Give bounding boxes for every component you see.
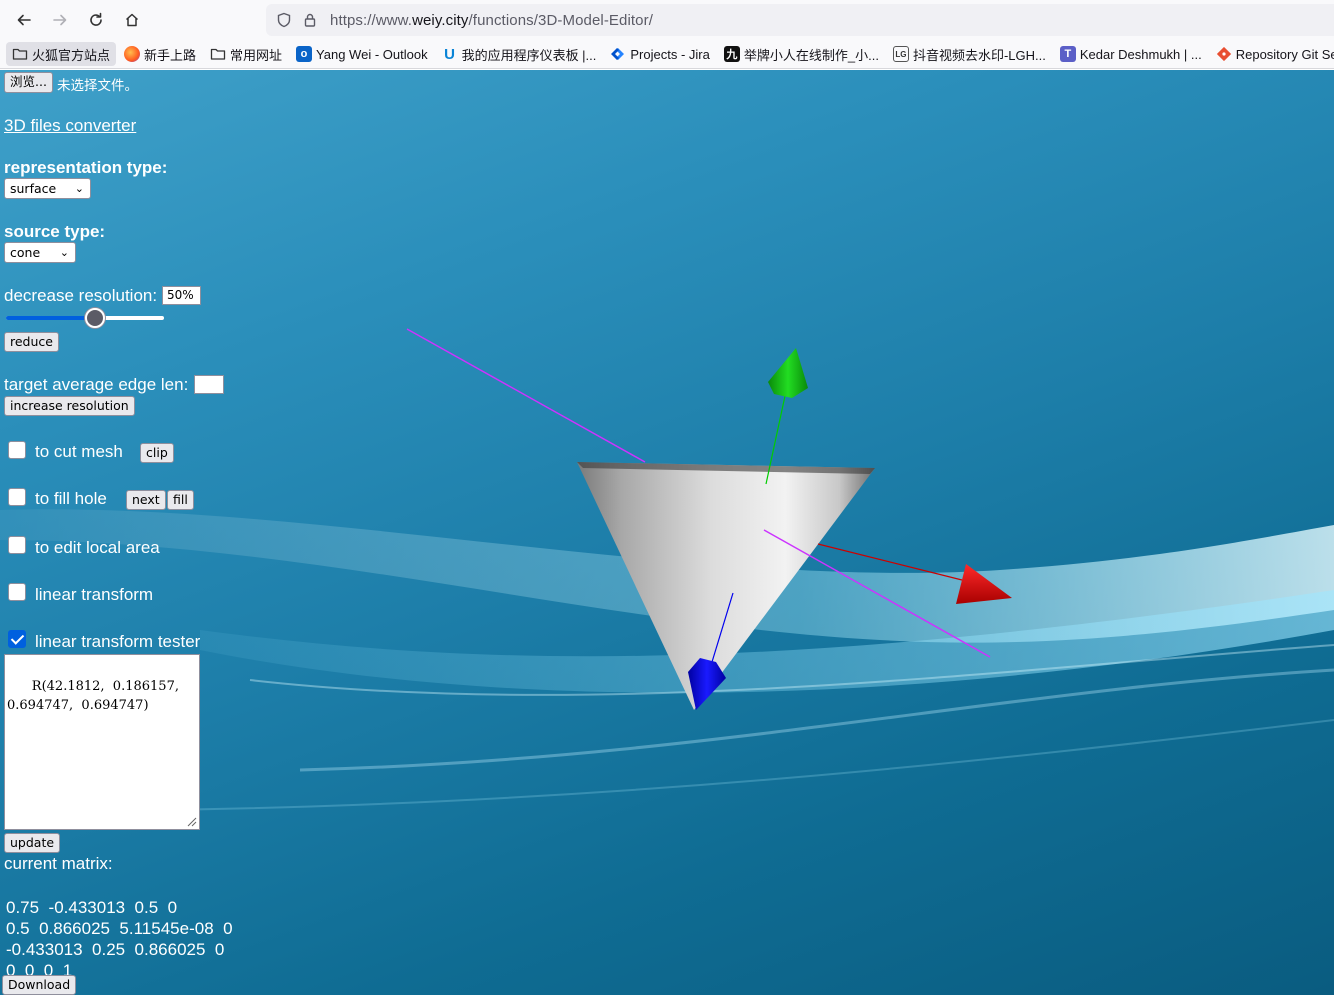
bookmark-label: Yang Wei - Outlook [316, 46, 428, 62]
update-button[interactable]: update [4, 833, 61, 853]
clip-line [406, 328, 646, 463]
browser-toolbar: https://www.weiy.city/functions/3D-Model… [0, 0, 1334, 40]
bookmark-label: Kedar Deshmukh | ... [1079, 46, 1202, 62]
url-bar[interactable]: https://www.weiy.city/functions/3D-Model… [266, 4, 1334, 36]
reload-button[interactable] [82, 6, 110, 34]
jira-icon [610, 46, 626, 62]
bookmark-label: 新手上路 [144, 47, 197, 63]
decrease-resolution-label: decrease resolution: [4, 286, 158, 305]
linear-transform-tester-label: linear transform tester [35, 632, 201, 651]
reduce-button[interactable]: reduce [4, 332, 59, 352]
bookmark-item[interactable]: o Yang Wei - Outlook [290, 42, 434, 66]
git-icon [1216, 46, 1232, 62]
fill-hole-checkbox[interactable] [8, 488, 26, 506]
decrease-resolution-value[interactable]: 50% [162, 286, 201, 305]
bookmark-item[interactable]: 常用网址 [204, 42, 288, 66]
matrix-row: -0.433013 0.25 0.866025 0 [6, 940, 225, 959]
lg-icon: LG [892, 46, 909, 62]
cut-mesh-label: to cut mesh [35, 442, 123, 461]
back-button[interactable] [10, 6, 38, 34]
forward-button[interactable] [46, 6, 74, 34]
clip-button[interactable]: clip [140, 443, 174, 463]
firefox-icon [124, 46, 141, 62]
bookmark-label: 举牌小人在线制作_小... [743, 47, 879, 63]
bookmark-item[interactable]: Repository Git Server [1210, 42, 1334, 66]
control-panel: 浏览... 未选择文件。 3D files converter represen… [0, 70, 300, 995]
source-value: cone [10, 245, 41, 260]
matrix-row: 0.75 -0.433013 0.5 0 [6, 898, 178, 917]
edit-local-area-checkbox[interactable] [8, 536, 26, 554]
next-button[interactable]: next [126, 490, 166, 510]
transform-tester-text: R(42.1812, 0.186157, 0.694747, 0.694747) [7, 679, 179, 713]
no-file-text: 未选择文件。 [57, 78, 138, 93]
chevron-down-icon: ⌄ [59, 246, 69, 259]
increase-resolution-button[interactable]: increase resolution [4, 396, 135, 416]
arrow-right-icon [53, 14, 67, 26]
fill-hole-label: to fill hole [35, 489, 107, 508]
url-path: /functions/3D-Model-Editor/ [468, 11, 653, 29]
bookmark-label: 火狐官方站点 [32, 47, 111, 63]
url-text[interactable]: https://www.weiy.city/functions/3D-Model… [330, 12, 653, 29]
folder-icon [210, 46, 226, 62]
browse-button[interactable]: 浏览... [4, 72, 53, 93]
representation-value: surface [10, 181, 57, 196]
converter-link[interactable]: 3D files converter [4, 116, 136, 136]
page-content: 浏览... 未选择文件。 3D files converter represen… [0, 70, 1334, 995]
matrix-row: 0.5 0.866025 5.11545e-08 0 [6, 919, 233, 938]
background-wave [149, 719, 1334, 811]
reload-icon [90, 12, 102, 26]
representation-label: representation type: [4, 158, 168, 177]
bookmark-item[interactable]: 新手上路 [118, 42, 202, 66]
home-button[interactable] [118, 6, 146, 34]
bookmark-label: Projects - Jira [630, 46, 710, 62]
decrease-resolution-slider-thumb[interactable] [85, 308, 105, 328]
representation-select[interactable]: surface ⌄ [4, 178, 91, 199]
url-domain: weiy.city [412, 11, 469, 29]
bookmark-item[interactable]: 九 举牌小人在线制作_小... [718, 42, 885, 66]
outlook-icon: o [296, 46, 313, 62]
bookmark-label: 常用网址 [230, 47, 283, 63]
bookmark-item[interactable]: 火狐官方站点 [6, 42, 117, 66]
resize-grip-icon[interactable] [185, 815, 197, 827]
linear-transform-label: linear transform [35, 585, 154, 604]
url-prefix: https://www. [330, 11, 413, 29]
bookmark-item[interactable]: LG 抖音视频去水印-LGH... [887, 42, 1052, 66]
cut-mesh-checkbox[interactable] [8, 441, 26, 459]
target-edge-label: target average edge len: [4, 375, 189, 394]
chevron-down-icon: ⌄ [74, 182, 84, 195]
home-icon [125, 13, 139, 27]
y-axis-arrow [768, 348, 808, 398]
bookmark-label: 我的应用程序仪表板 |... [461, 47, 597, 63]
linear-transform-tester-checkbox[interactable] [8, 630, 26, 648]
edit-local-area-label: to edit local area [35, 538, 160, 557]
bookmark-label: 抖音视频去水印-LGH... [912, 47, 1046, 63]
tracking-shield-icon[interactable] [276, 12, 292, 28]
download-button[interactable]: Download [2, 975, 77, 995]
jiu-icon: 九 [723, 46, 740, 62]
bookmark-item[interactable]: Projects - Jira [604, 42, 715, 66]
bookmark-item[interactable]: T Kedar Deshmukh | ... [1054, 42, 1208, 66]
bookmarks-bar: 火狐官方站点 新手上路 常用网址 o Yang Wei - Outlook U … [0, 40, 1334, 69]
u-icon: U [444, 45, 455, 63]
target-edge-input[interactable] [194, 375, 224, 394]
lock-icon[interactable] [302, 12, 318, 28]
current-matrix-label: current matrix: [4, 854, 113, 873]
transform-tester-textarea[interactable]: R(42.1812, 0.186157, 0.694747, 0.694747) [4, 654, 200, 830]
source-select[interactable]: cone ⌄ [4, 242, 76, 263]
linear-transform-checkbox[interactable] [8, 583, 26, 601]
bookmark-item[interactable]: U 我的应用程序仪表板 |... [436, 42, 603, 66]
source-label: source type: [4, 222, 106, 241]
folder-icon [12, 46, 28, 62]
decrease-resolution-slider-fill [6, 316, 95, 320]
teams-icon: T [1059, 46, 1076, 62]
arrow-left-icon [17, 14, 31, 26]
fill-button[interactable]: fill [167, 490, 194, 510]
bookmark-label: Repository Git Server [1235, 46, 1334, 62]
